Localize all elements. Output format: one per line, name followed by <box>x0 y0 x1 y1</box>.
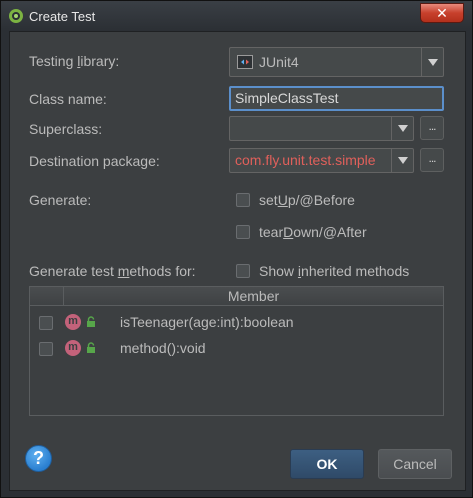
android-studio-icon <box>9 9 23 23</box>
generate-methods-label-post: ethods for: <box>129 263 196 279</box>
destination-package-value: com.fly.unit.test.simple <box>235 152 376 168</box>
setup-label-pre: set <box>259 192 278 208</box>
members-table: Member m isTeenager(age:int):boolean m m <box>29 286 444 416</box>
class-name-input[interactable]: SimpleClassTest <box>229 86 444 111</box>
class-name-value: SimpleClassTest <box>235 90 339 106</box>
testing-library-label-post: ibrary: <box>80 53 120 69</box>
superclass-label: Superclass: <box>29 121 103 137</box>
testing-library-dropdown-arrow[interactable] <box>421 48 443 76</box>
row-checkbox[interactable] <box>39 342 53 356</box>
generate-methods-label-mnemonic: m <box>117 263 130 279</box>
teardown-label-mnemonic: D <box>283 224 294 240</box>
show-inherited-label-pre: Show <box>259 263 298 279</box>
testing-library-label-pre: Testing <box>29 53 78 69</box>
show-inherited-label[interactable]: Show inherited methods <box>259 263 409 279</box>
title-bar: Create Test ✕ <box>1 1 472 31</box>
setup-label[interactable]: setUp/@Before <box>259 192 355 208</box>
window-title: Create Test <box>29 9 96 24</box>
teardown-label-post: own/@After <box>293 224 367 240</box>
close-icon: ✕ <box>436 5 448 21</box>
chevron-down-icon <box>427 58 438 66</box>
generate-label: Generate: <box>29 192 92 208</box>
teardown-checkbox[interactable] <box>236 225 250 239</box>
class-name-label: Class name: <box>29 91 107 107</box>
destination-package-dropdown-arrow[interactable] <box>391 149 413 172</box>
table-row[interactable]: m isTeenager(age:int):boolean <box>30 310 443 336</box>
destination-package-label: Destination package: <box>29 153 160 169</box>
help-button[interactable]: ? <box>25 445 52 472</box>
generate-methods-label-pre: Generate test <box>29 263 118 279</box>
superclass-dropdown-arrow[interactable] <box>391 117 413 140</box>
show-inherited-label-post: nherited methods <box>301 263 410 279</box>
setup-label-mnemonic: U <box>277 192 288 208</box>
testing-library-label: Testing library: <box>29 53 119 69</box>
teardown-label-pre: tear <box>259 224 284 240</box>
close-button[interactable]: ✕ <box>420 3 464 23</box>
chevron-down-icon <box>397 157 408 164</box>
table-row[interactable]: m method():void <box>30 336 443 362</box>
generate-methods-label: Generate test methods for: <box>29 263 196 279</box>
testing-library-select[interactable]: JUnit4 <box>229 47 444 77</box>
setup-label-post: p/@Before <box>287 192 355 208</box>
superclass-browse-button[interactable]: ... <box>420 116 444 140</box>
show-inherited-checkbox[interactable] <box>236 264 250 278</box>
cancel-button[interactable]: Cancel <box>378 449 452 479</box>
ok-button[interactable]: OK <box>290 449 364 479</box>
row-checkbox[interactable] <box>39 316 53 330</box>
member-name: isTeenager(age:int):boolean <box>120 314 294 330</box>
method-icon: m <box>65 340 81 356</box>
setup-checkbox[interactable] <box>236 193 250 207</box>
chevron-down-icon <box>397 125 408 132</box>
member-name: method():void <box>120 340 206 356</box>
table-header: Member <box>30 287 443 306</box>
testing-library-value: JUnit4 <box>259 54 299 70</box>
public-lock-icon <box>87 316 95 327</box>
destination-package-browse-button[interactable]: ... <box>420 148 444 172</box>
teardown-label[interactable]: tearDown/@After <box>259 224 367 240</box>
dialog-content: Testing library: JUnit4 Class name: Simp… <box>9 31 466 491</box>
method-icon: m <box>65 314 81 330</box>
superclass-select[interactable] <box>229 116 414 141</box>
public-lock-icon <box>87 342 95 353</box>
member-column-header[interactable]: Member <box>64 288 443 304</box>
destination-package-select[interactable]: com.fly.unit.test.simple <box>229 148 414 173</box>
dialog-window: Create Test ✕ Testing library: JUnit4 Cl… <box>0 0 473 498</box>
junit-icon <box>237 55 253 69</box>
